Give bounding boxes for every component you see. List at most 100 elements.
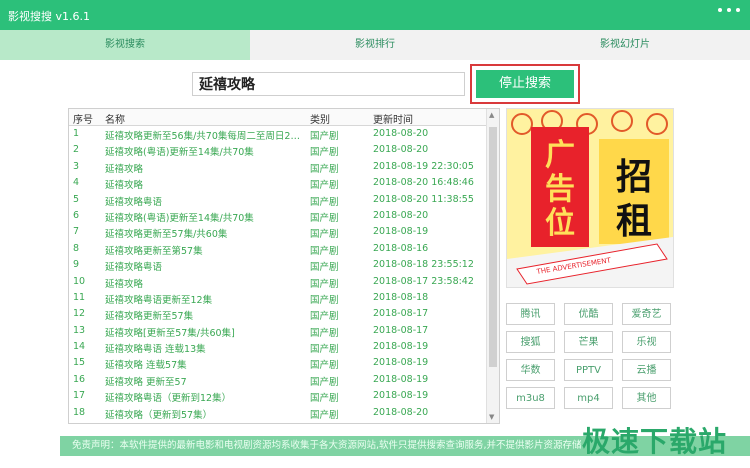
scroll-thumb[interactable] <box>489 127 497 367</box>
source-button[interactable]: 芒果 <box>564 331 613 353</box>
cell-updated: 2018-08-18 <box>373 291 429 303</box>
table-row[interactable]: 11 延禧攻略粤语更新至12集 国产剧 2018-08-18 <box>69 290 499 306</box>
app-title: 影视搜搜 v1.6.1 <box>8 10 90 23</box>
table-row[interactable]: 8 延禧攻略更新至第57集 国产剧 2018-08-16 <box>69 241 499 257</box>
cell-name: 延禧攻略 更新至57 <box>105 376 187 388</box>
cell-name: 延禧攻略更新至第57集 <box>105 245 203 257</box>
cell-name: 延禧攻略 <box>105 180 144 192</box>
cell-index: 15 <box>73 357 86 369</box>
cell-updated: 2018-08-20 16:48:46 <box>373 177 474 189</box>
cell-index: 16 <box>73 373 86 385</box>
table-row[interactable]: 7 延禧攻略更新至57集/共60集 国产剧 2018-08-19 <box>69 224 499 240</box>
cell-index: 12 <box>73 308 86 320</box>
cell-index: 18 <box>73 406 86 418</box>
cell-index: 4 <box>73 177 80 189</box>
source-button[interactable]: 腾讯 <box>506 303 555 325</box>
source-button[interactable]: 云播 <box>622 359 671 381</box>
cell-index: 17 <box>73 390 86 402</box>
cell-name: 延禧攻略粤语更新至12集 <box>105 294 213 306</box>
table-row[interactable]: 12 延禧攻略更新至57集 国产剧 2018-08-17 <box>69 306 499 322</box>
cell-index: 11 <box>73 291 86 303</box>
header-name[interactable]: 名称 <box>105 111 305 126</box>
table-row[interactable]: 13 延禧攻略[更新至57集/共60集] 国产剧 2018-08-17 <box>69 323 499 339</box>
results-table: 序号 名称 类别 更新时间 1 延禧攻略更新至56集/共70集每周二至周日20..… <box>68 108 500 424</box>
cell-updated: 2018-08-20 11:38:55 <box>373 193 474 205</box>
cell-index: 9 <box>73 259 80 271</box>
ad-banner[interactable]: 广 告 位 招 租 THE ADVERTISEMENT <box>506 108 674 288</box>
table-row[interactable]: 4 延禧攻略 国产剧 2018-08-20 16:48:46 <box>69 175 499 191</box>
cell-name: 延禧攻略更新至57集 <box>105 311 194 323</box>
table-body: 1 延禧攻略更新至56集/共70集每周二至周日20... 国产剧 2018-08-20… <box>69 126 499 421</box>
cell-name: 延禧攻略 <box>105 278 144 290</box>
table-row[interactable]: 18 延禧攻略（更新到57集） 国产剧 2018-08-20 <box>69 405 499 421</box>
cell-category: 国产剧 <box>310 163 339 175</box>
source-button[interactable]: 优酷 <box>564 303 613 325</box>
cell-name: 延禧攻略(粤语)更新至14集/共70集 <box>105 212 254 224</box>
cell-updated: 2018-08-17 <box>373 324 429 336</box>
cell-category: 国产剧 <box>310 294 339 306</box>
cell-name: 延禧攻略[更新至57集/共60集] <box>105 327 235 339</box>
table-scrollbar[interactable]: ▲ ▼ <box>486 109 499 423</box>
source-button[interactable]: 爱奇艺 <box>622 303 671 325</box>
cell-updated: 2018-08-16 <box>373 242 429 254</box>
tab-bar: 影视搜索 影视排行 影视幻灯片 <box>0 30 750 60</box>
tab-ranking[interactable]: 影视排行 <box>250 30 500 60</box>
cell-name: 延禧攻略粤语 <box>105 262 163 274</box>
tab-search[interactable]: 影视搜索 <box>0 30 250 60</box>
ad-char-1: 广 <box>545 138 575 173</box>
table-row[interactable]: 2 延禧攻略(粤语)更新至14集/共70集 国产剧 2018-08-20 <box>69 142 499 158</box>
source-button[interactable]: 华数 <box>506 359 555 381</box>
cell-index: 2 <box>73 144 80 156</box>
cell-name: 延禧攻略（更新到57集） <box>105 409 213 421</box>
title-bar: 影视搜搜 v1.6.1 <box>0 0 750 30</box>
cell-category: 国产剧 <box>310 344 339 356</box>
tab-slideshow[interactable]: 影视幻灯片 <box>500 30 750 60</box>
ad-poster-image: 广 告 位 招 租 THE ADVERTISEMENT <box>507 109 673 287</box>
header-updated[interactable]: 更新时间 <box>373 111 483 126</box>
cell-category: 国产剧 <box>310 212 339 224</box>
source-button[interactable]: m3u8 <box>506 387 555 409</box>
source-button[interactable]: PPTV <box>564 359 613 381</box>
cell-updated: 2018-08-20 <box>373 144 429 156</box>
source-button[interactable]: mp4 <box>564 387 613 409</box>
cell-category: 国产剧 <box>310 327 339 339</box>
cell-index: 13 <box>73 324 86 336</box>
cell-updated: 2018-08-19 <box>373 357 429 369</box>
scroll-down-icon[interactable]: ▼ <box>489 413 494 421</box>
scroll-up-icon[interactable]: ▲ <box>489 111 494 119</box>
source-button[interactable]: 搜狐 <box>506 331 555 353</box>
menu-dots-icon[interactable] <box>718 8 740 12</box>
ad-char-2: 告 <box>545 172 575 207</box>
table-row[interactable]: 16 延禧攻略 更新至57 国产剧 2018-08-19 <box>69 372 499 388</box>
cell-category: 国产剧 <box>310 409 339 421</box>
source-button[interactable]: 乐视 <box>622 331 671 353</box>
cell-updated: 2018-08-19 <box>373 341 429 353</box>
cell-index: 3 <box>73 160 80 172</box>
table-row[interactable]: 1 延禧攻略更新至56集/共70集每周二至周日20... 国产剧 2018-08-20 <box>69 126 499 142</box>
source-button[interactable]: 其他 <box>622 387 671 409</box>
table-row[interactable]: 14 延禧攻略粤语 连载13集 国产剧 2018-08-19 <box>69 339 499 355</box>
cell-name: 延禧攻略更新至57集/共60集 <box>105 229 228 241</box>
cell-updated: 2018-08-19 <box>373 373 429 385</box>
cell-index: 1 <box>73 128 80 139</box>
search-input[interactable] <box>192 72 465 96</box>
table-row[interactable]: 15 延禧攻略 连载57集 国产剧 2018-08-19 <box>69 355 499 371</box>
table-row[interactable]: 10 延禧攻略 国产剧 2018-08-17 23:58:42 <box>69 274 499 290</box>
cell-name: 延禧攻略(粤语)更新至14集/共70集 <box>105 147 254 159</box>
cell-category: 国产剧 <box>310 262 339 274</box>
header-category[interactable]: 类别 <box>310 111 370 126</box>
table-row[interactable]: 3 延禧攻略 国产剧 2018-08-19 22:30:05 <box>69 159 499 175</box>
cell-category: 国产剧 <box>310 393 339 405</box>
ad-char-3: 位 <box>545 206 575 241</box>
header-index[interactable]: 序号 <box>73 111 103 126</box>
cell-name: 延禧攻略粤语 连载13集 <box>105 344 206 356</box>
table-row[interactable]: 17 延禧攻略粤语（更新到12集） 国产剧 2018-08-19 <box>69 388 499 404</box>
cell-category: 国产剧 <box>310 278 339 290</box>
table-row[interactable]: 6 延禧攻略(粤语)更新至14集/共70集 国产剧 2018-08-20 <box>69 208 499 224</box>
cell-index: 14 <box>73 341 86 353</box>
cell-category: 国产剧 <box>310 131 339 142</box>
table-header: 序号 名称 类别 更新时间 <box>69 109 499 126</box>
table-row[interactable]: 9 延禧攻略粤语 国产剧 2018-08-18 23:55:12 <box>69 257 499 273</box>
table-row[interactable]: 5 延禧攻略粤语 国产剧 2018-08-20 11:38:55 <box>69 192 499 208</box>
stop-search-button[interactable]: 停止搜索 <box>476 70 574 98</box>
